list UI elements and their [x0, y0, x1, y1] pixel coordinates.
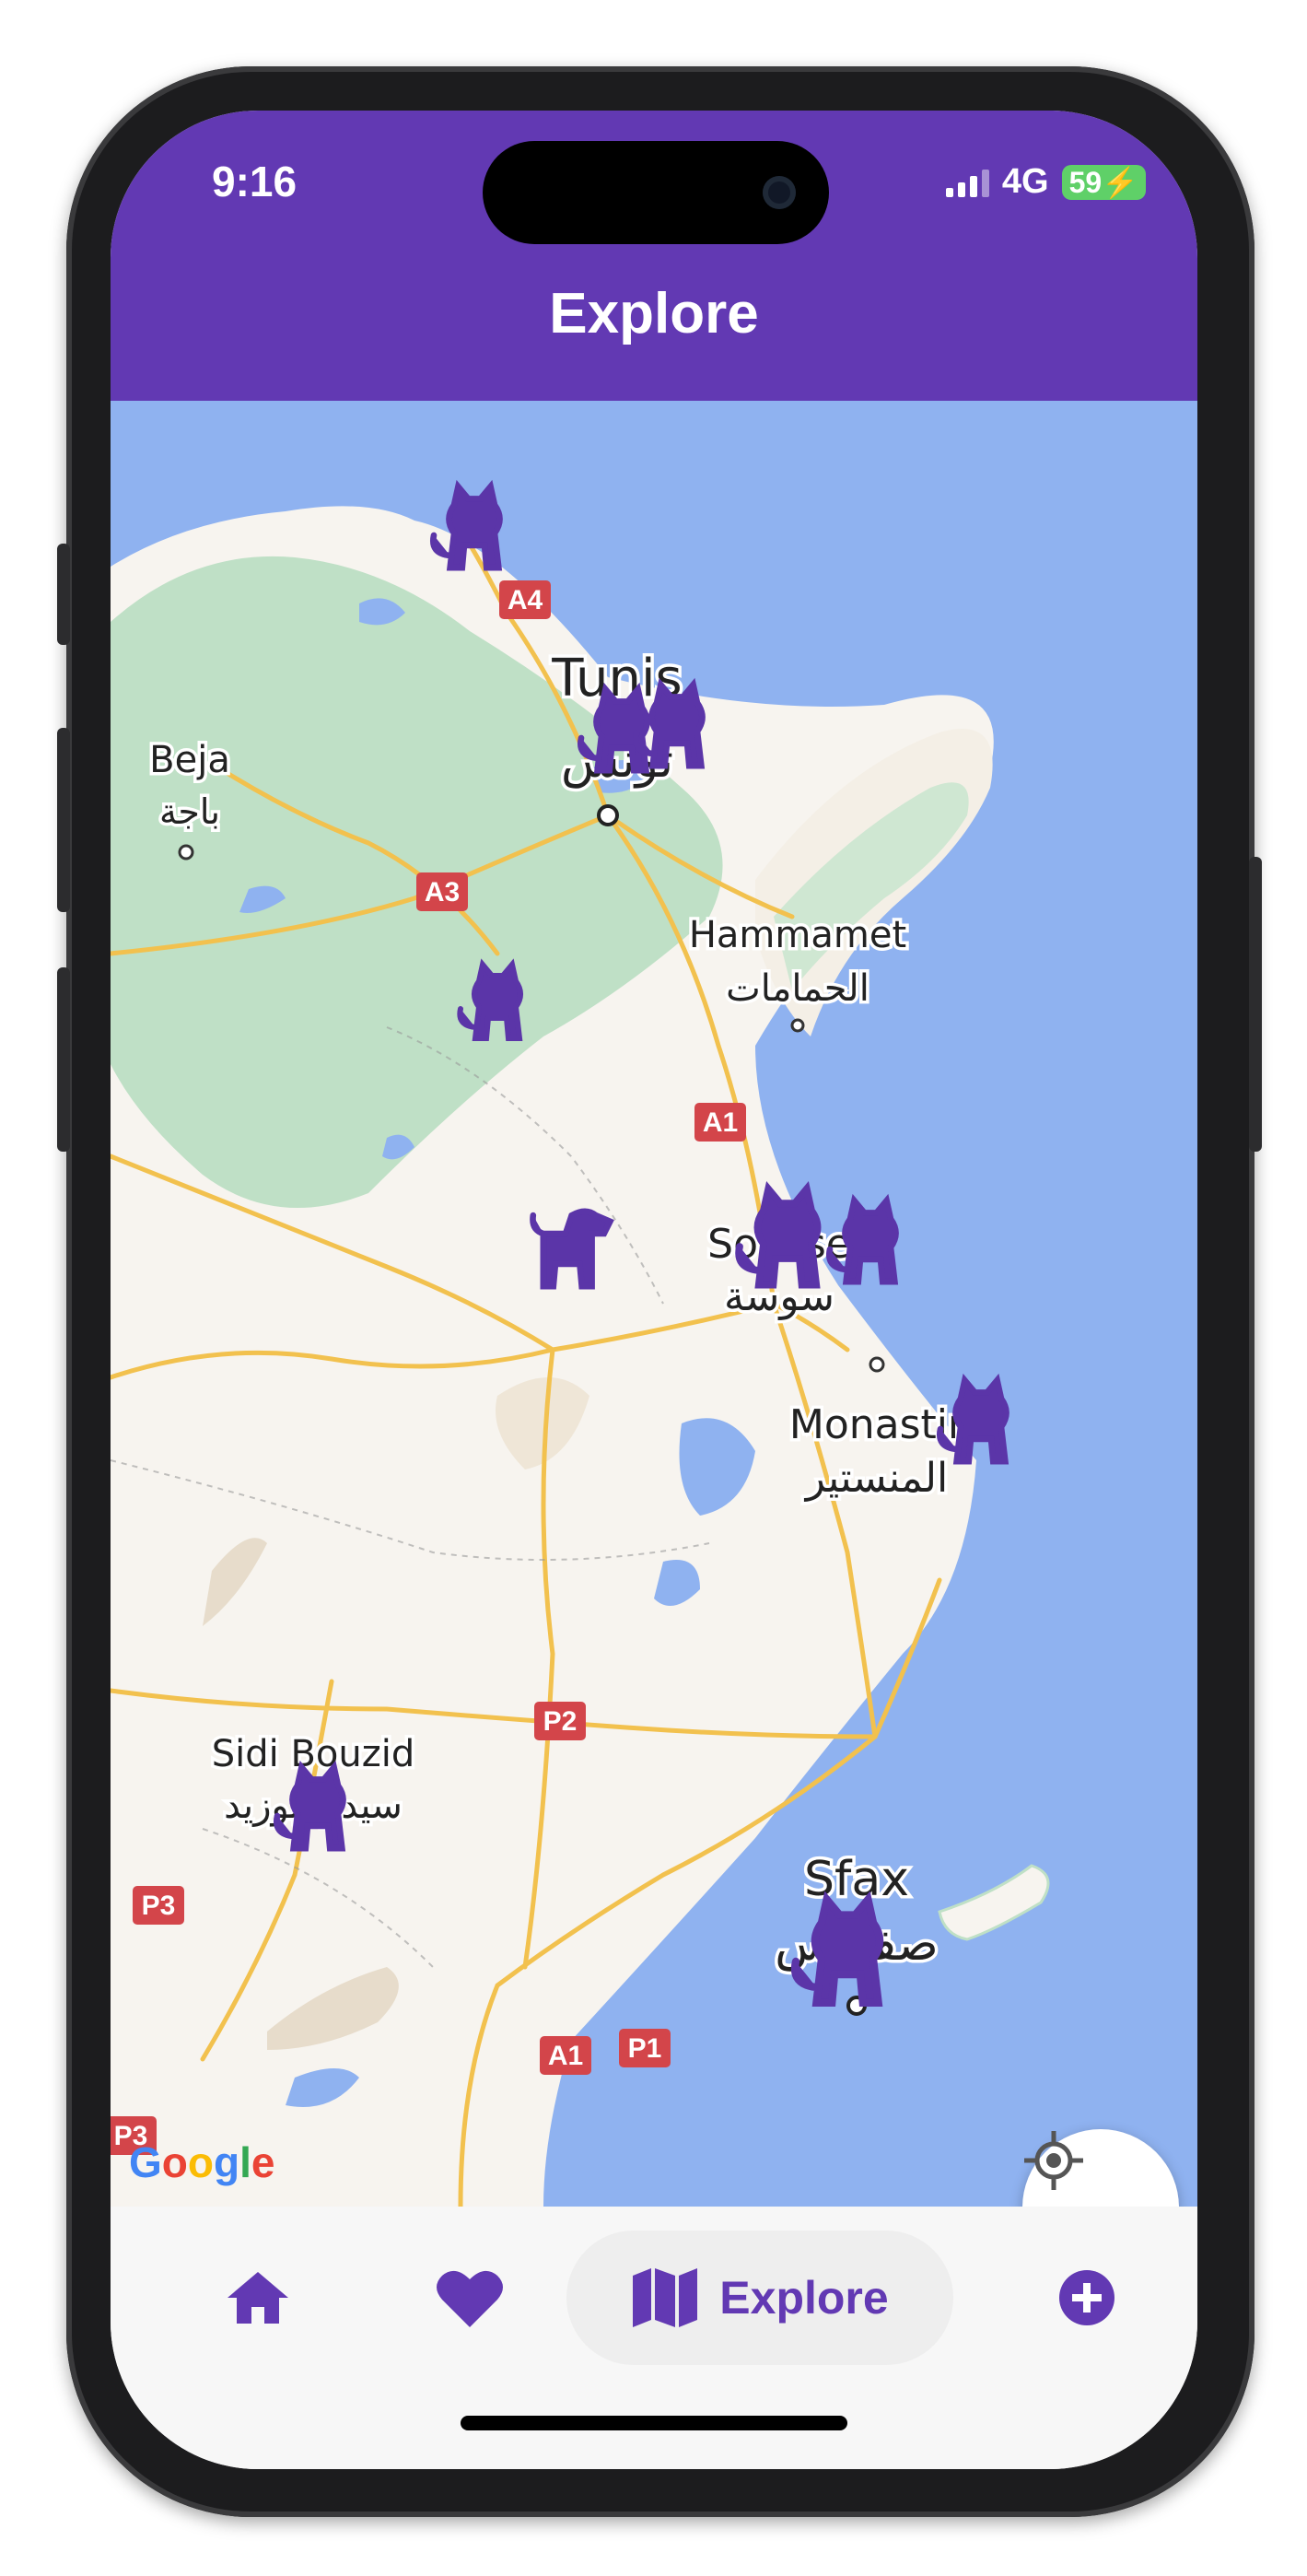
road-shield: P3 [133, 1886, 184, 1925]
svg-text:P3: P3 [142, 1891, 176, 1921]
road-shield: P2 [534, 1702, 586, 1740]
battery-icon: 59⚡ [1061, 164, 1146, 200]
page-title: Explore [549, 282, 759, 345]
nav-add[interactable] [1032, 2231, 1142, 2365]
road-shield: A4 [499, 580, 551, 619]
action-button [57, 544, 70, 645]
kerkennah-islands [938, 1864, 1050, 1941]
city-label-sidi-bouzid: Sidi Bouzid [212, 1733, 415, 1775]
road-shield: A1 [540, 2036, 591, 2075]
network-label: 4G [1001, 162, 1049, 201]
road-shield: A1 [694, 1103, 746, 1142]
map-canvas[interactable]: A4 A3 A1 P2 P3 A1 P1 P3 Tunis تونس Beja … [111, 401, 1197, 2207]
svg-text:A1: A1 [703, 1107, 738, 1138]
road-shield: A3 [416, 872, 468, 911]
city-dot-tunis [597, 804, 619, 826]
city-dot-monastir [869, 1356, 885, 1373]
svg-text:A1: A1 [548, 2041, 583, 2071]
volume-down-button [57, 967, 70, 1152]
map-view[interactable]: A4 A3 A1 P2 P3 A1 P1 P3 Tunis تونس Beja … [111, 401, 1197, 2207]
status-icons: 4G 59⚡ [945, 162, 1146, 202]
home-icon [228, 2272, 288, 2324]
signal-icon [945, 168, 989, 197]
home-indicator[interactable] [461, 2416, 847, 2430]
nav-explore[interactable]: Explore [566, 2231, 953, 2365]
app-screen: 9:16 4G 59⚡ Explore A4 A3 A1 P2 P3 A1 P1… [111, 111, 1197, 2469]
city-label-hammamet-ar: الحمامات [726, 967, 869, 1010]
battery-level: 59 [1068, 165, 1103, 199]
nav-explore-label: Explore [719, 2272, 889, 2324]
volume-up-button [57, 728, 70, 912]
app-header: 9:16 4G 59⚡ Explore [111, 111, 1197, 401]
map-icon [633, 2268, 698, 2327]
nav-explore-content: Explore [566, 2231, 953, 2365]
city-label-hammamet: Hammamet [689, 914, 906, 956]
city-label-monastir-ar: المنستير [804, 1455, 948, 1502]
nav-favorites[interactable] [396, 2231, 543, 2365]
svg-text:P2: P2 [543, 1706, 578, 1737]
svg-text:A4: A4 [508, 585, 543, 615]
city-dot-beja [178, 844, 194, 861]
city-label-beja-ar: باجة [159, 791, 220, 832]
plus-circle-icon [1059, 2270, 1114, 2325]
nav-home[interactable] [193, 2231, 322, 2365]
heart-icon [437, 2270, 503, 2327]
svg-text:P1: P1 [628, 2033, 662, 2064]
camera-icon [763, 176, 796, 209]
city-label-beja: Beja [149, 739, 230, 781]
dynamic-island [483, 141, 829, 244]
city-dot-hammamet [790, 1018, 805, 1033]
svg-text:A3: A3 [425, 877, 460, 907]
crosshair-icon [1024, 2131, 1083, 2190]
city-label-sfax: Sfax [804, 1852, 909, 1907]
google-logo: Google [129, 2138, 275, 2186]
power-button [1249, 857, 1262, 1152]
road-shield: P1 [619, 2029, 671, 2067]
status-time: 9:16 [212, 158, 298, 205]
